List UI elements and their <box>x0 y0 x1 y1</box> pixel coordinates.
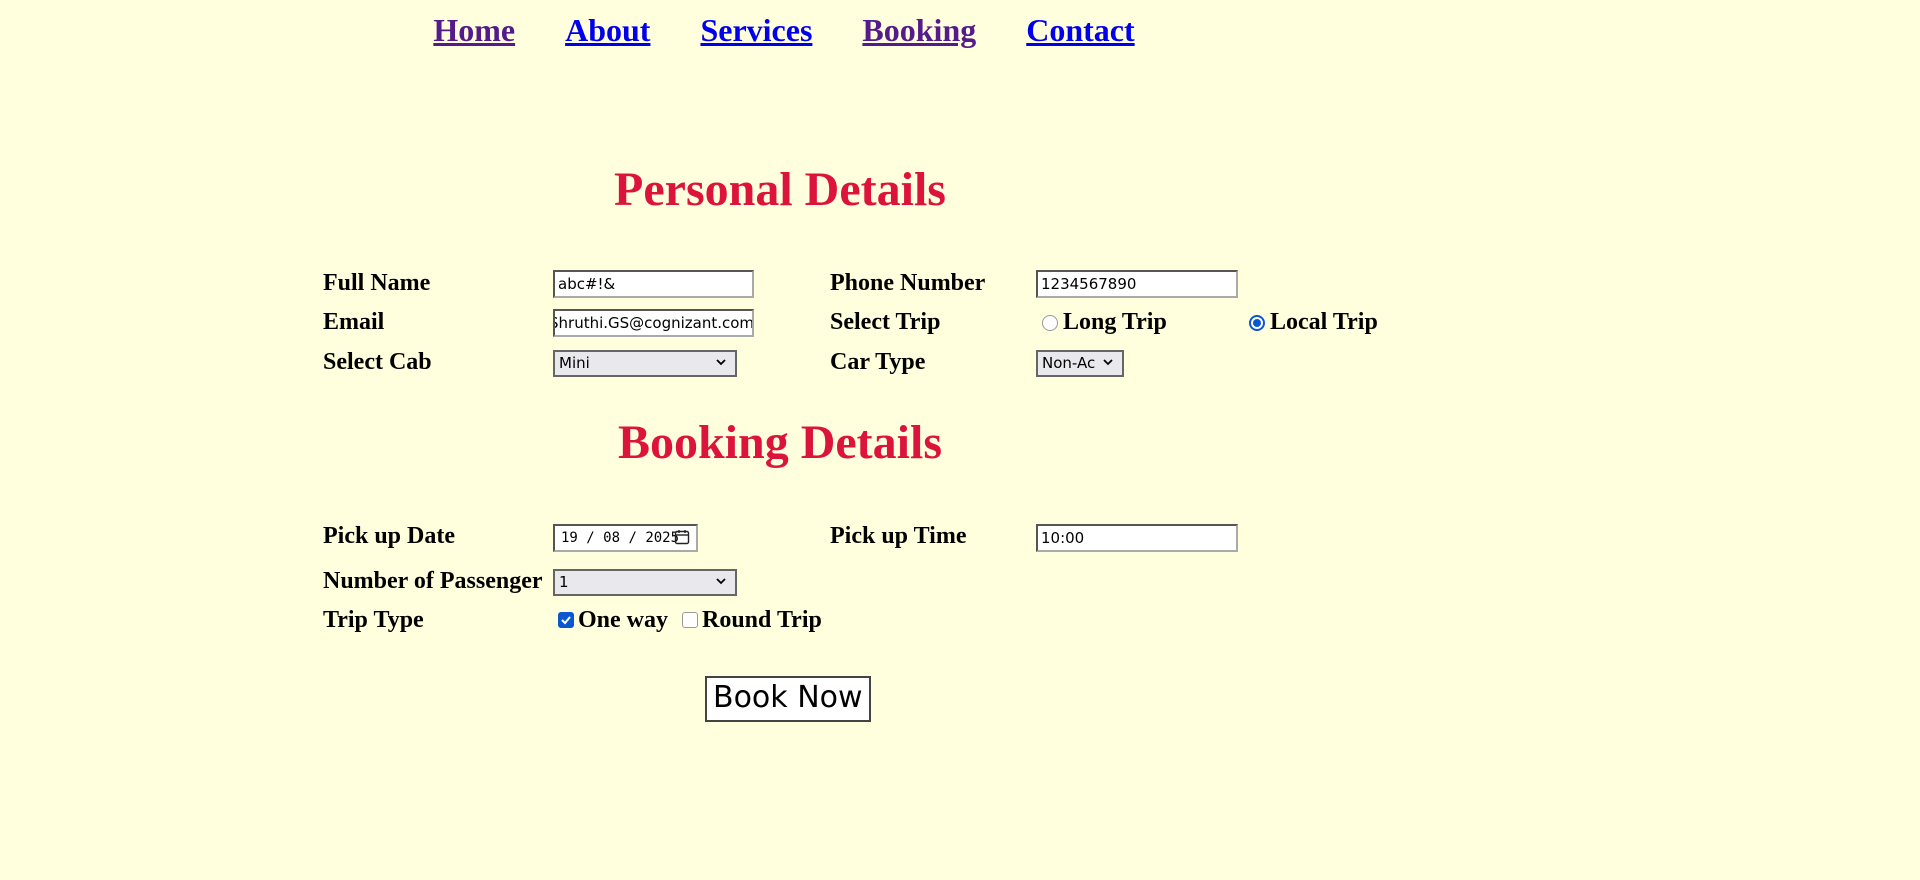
email-label: Email <box>323 309 385 335</box>
pickup-date-month[interactable]: 08 <box>603 530 620 546</box>
chevron-down-icon <box>715 574 727 593</box>
phone-number-label: Phone Number <box>830 270 986 296</box>
booking-details-heading: Booking Details <box>617 416 943 469</box>
nav-link-contact[interactable]: Contact <box>1026 12 1134 48</box>
select-cab-label: Select Cab <box>323 349 432 375</box>
pickup-date-day[interactable]: 19 <box>561 530 578 546</box>
passenger-label: Number of Passenger <box>323 568 543 594</box>
passenger-select[interactable]: 1 <box>553 569 737 596</box>
email-input[interactable]: Shruthi.GS@cognizant.com <box>553 309 754 337</box>
trip-type-label: Trip Type <box>323 607 424 633</box>
cab-select-value: Mini <box>559 354 590 372</box>
pickup-date-input[interactable]: 19 / 08 / 2025 <box>553 524 698 552</box>
long-trip-radio[interactable] <box>1042 315 1058 331</box>
nav-link-services[interactable]: Services <box>700 12 812 48</box>
personal-details-heading: Personal Details <box>614 163 946 216</box>
pickup-date-label: Pick up Date <box>323 523 455 549</box>
full-name-input[interactable]: abc#!& <box>553 270 754 298</box>
round-trip-label: Round Trip <box>702 607 822 633</box>
full-name-label: Full Name <box>323 270 431 296</box>
car-type-select-value: Non-Ac <box>1042 354 1096 372</box>
one-way-label: One way <box>578 607 668 633</box>
calendar-icon[interactable] <box>674 529 690 550</box>
local-trip-radio[interactable] <box>1249 315 1265 331</box>
nav-link-about[interactable]: About <box>565 12 650 48</box>
one-way-checkbox[interactable] <box>558 612 574 628</box>
cab-select[interactable]: Mini <box>553 350 737 377</box>
round-trip-checkbox[interactable] <box>682 612 698 628</box>
nav-link-booking[interactable]: Booking <box>862 12 976 48</box>
local-trip-label: Local Trip <box>1270 309 1378 335</box>
car-type-select[interactable]: Non-Ac <box>1036 350 1124 377</box>
chevron-down-icon <box>1102 355 1114 374</box>
chevron-down-icon <box>715 355 727 374</box>
book-now-button[interactable]: Book Now <box>705 676 871 722</box>
select-trip-label: Select Trip <box>830 309 941 335</box>
top-nav: Home About Services Booking Contact <box>0 12 1568 49</box>
phone-number-input[interactable]: 1234567890 <box>1036 270 1238 298</box>
pickup-time-label: Pick up Time <box>830 523 967 549</box>
long-trip-label: Long Trip <box>1063 309 1167 335</box>
nav-link-home[interactable]: Home <box>433 12 515 48</box>
pickup-time-input[interactable]: 10:00 <box>1036 524 1238 552</box>
passenger-select-value: 1 <box>559 573 569 591</box>
car-type-label: Car Type <box>830 349 926 375</box>
